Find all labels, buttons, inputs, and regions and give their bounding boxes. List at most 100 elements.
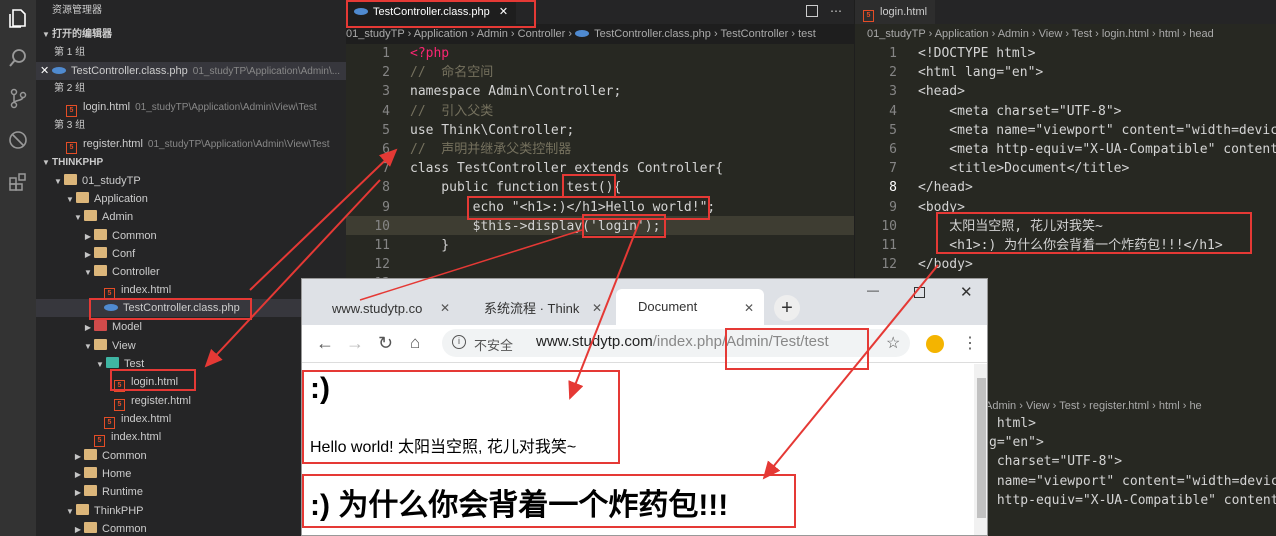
code-area[interactable]: <!DOCTYPE html> <html lang="en"> <head> <m… bbox=[918, 44, 1276, 274]
close-icon[interactable]: ✕ bbox=[40, 62, 52, 80]
home-icon[interactable]: ⌂ bbox=[410, 333, 420, 353]
address-bar[interactable]: i 不安全 www.studytp.com/index.php/Admin/Te… bbox=[442, 329, 910, 357]
editor1-breadcrumb: 01_studyTP › Application › Admin › Contr… bbox=[346, 24, 854, 44]
reload-icon[interactable]: ↻ bbox=[378, 333, 393, 354]
close-icon[interactable]: ✕ bbox=[499, 6, 508, 18]
debug-icon[interactable] bbox=[6, 128, 30, 152]
folder-icon bbox=[84, 467, 97, 478]
explorer-icon[interactable] bbox=[6, 6, 30, 30]
breadcrumb-item[interactable]: View bbox=[1039, 28, 1063, 40]
close-window-icon[interactable]: ✕ bbox=[960, 283, 973, 301]
source-control-icon[interactable] bbox=[6, 86, 30, 110]
back-icon[interactable]: ← bbox=[316, 333, 334, 354]
open-editors-header[interactable]: ▼ 打开的编辑器 bbox=[36, 26, 346, 44]
open-editor-item-login[interactable]: 5 login.html 01_studyTP\Application\Admin\… bbox=[36, 98, 346, 117]
tree-item-testcontroller[interactable]: TestController.class.php bbox=[36, 299, 346, 317]
tree-item-register[interactable]: 5 register.html bbox=[36, 392, 346, 411]
breadcrumb-item[interactable]: Admin bbox=[477, 28, 508, 40]
tree-item-view[interactable]: ▼ View bbox=[36, 337, 346, 355]
code-line: class TestController extends Controller{ bbox=[410, 161, 724, 177]
code-line: <!DOCTYPE html> bbox=[918, 46, 1036, 61]
breadcrumb-item[interactable]: login.html bbox=[1102, 28, 1149, 40]
code-line: $this->display('login'); bbox=[410, 218, 661, 234]
extensions-icon[interactable] bbox=[6, 170, 30, 194]
breadcrumb-item[interactable]: Test bbox=[1072, 28, 1092, 40]
breadcrumb-item[interactable]: 01_studyTP bbox=[867, 28, 926, 40]
breadcrumb-item[interactable]: TestController.class.php bbox=[594, 28, 711, 40]
code-line: charset="UTF-8"> bbox=[989, 454, 1123, 470]
breadcrumb-item[interactable]: Application bbox=[414, 28, 468, 40]
profile-avatar[interactable] bbox=[926, 335, 944, 353]
breadcrumb-item[interactable]: head bbox=[1189, 28, 1213, 40]
project-header[interactable]: ▼ THINKPHP bbox=[36, 154, 346, 172]
breadcrumb-item[interactable]: View bbox=[1026, 400, 1050, 412]
editor2-tabbar: 5 login.html bbox=[855, 0, 1276, 24]
info-icon[interactable]: i bbox=[452, 335, 466, 349]
close-icon[interactable]: ✕ bbox=[592, 301, 602, 315]
breadcrumb-item[interactable]: html bbox=[1159, 400, 1180, 412]
open-editor-item-register[interactable]: 5 register.html 01_studyTP\Application\Adm… bbox=[36, 135, 346, 154]
breadcrumb-item[interactable]: Controller bbox=[518, 28, 566, 40]
group2-label: 第 2 组 bbox=[54, 83, 86, 94]
tree-item-login[interactable]: 5 login.html bbox=[36, 373, 346, 392]
folder-icon bbox=[64, 174, 77, 185]
breadcrumb-item[interactable]: Admin bbox=[985, 400, 1016, 412]
forward-icon[interactable]: → bbox=[346, 333, 364, 354]
tree-item-common-app[interactable]: ▶ Common bbox=[36, 447, 346, 465]
tree-item-application[interactable]: ▼ Application bbox=[36, 190, 346, 208]
browser-tab-document[interactable]: Document bbox=[616, 289, 764, 325]
tab-testcontroller[interactable]: TestController.class.php ✕ bbox=[346, 0, 517, 24]
tree-item-admin[interactable]: ▼ Admin bbox=[36, 208, 346, 226]
chevron-down-icon: ▼ bbox=[42, 158, 50, 167]
tree-item-runtime[interactable]: ▶ Runtime bbox=[36, 483, 346, 501]
activity-bar bbox=[0, 0, 36, 536]
group1-label: 第 1 组 bbox=[54, 47, 86, 58]
breadcrumb-item[interactable]: TestController bbox=[720, 28, 788, 40]
breadcrumb-item[interactable]: 01_studyTP bbox=[346, 28, 405, 40]
breadcrumb-item[interactable]: register.html bbox=[1089, 400, 1149, 412]
open-editor-item-testcontroller[interactable]: ✕ TestController.class.php 01_studyTP\Appl… bbox=[36, 62, 346, 80]
more-actions-icon[interactable]: ⋯ bbox=[830, 0, 842, 22]
tree-item-index-html-controller[interactable]: 5 index.html bbox=[36, 281, 346, 300]
tree-item-01-studytp[interactable]: ▼ 01_studyTP bbox=[36, 172, 346, 190]
tree-item-thinkphp[interactable]: ▼ ThinkPHP bbox=[36, 502, 346, 520]
close-icon[interactable]: ✕ bbox=[744, 301, 754, 315]
editor3-breadcrumb: Admin › View › Test › register.html › ht… bbox=[985, 400, 1202, 412]
code-area[interactable]: html> g="en"> charset="UTF-8"> name="view… bbox=[989, 414, 1276, 510]
tree-item-index-html-admin[interactable]: 5 index.html bbox=[36, 428, 346, 447]
chevron-down-icon: ▼ bbox=[42, 30, 50, 39]
page-h1-main: :) 为什么你会背着一个炸药包!!! bbox=[310, 489, 729, 522]
tree-item-index-html-view[interactable]: 5 index.html bbox=[36, 410, 346, 429]
browser-tab-studytp[interactable]: www.studytp.co bbox=[310, 293, 458, 325]
maximize-icon[interactable] bbox=[914, 287, 925, 298]
tree-item-model[interactable]: ▶ Model bbox=[36, 318, 346, 336]
breadcrumb-item[interactable]: he bbox=[1189, 400, 1201, 412]
split-editor-icon[interactable] bbox=[806, 5, 818, 17]
html-file-icon: 5 bbox=[94, 435, 105, 447]
breadcrumb-item[interactable]: Test bbox=[1059, 400, 1079, 412]
tab-login[interactable]: 5 login.html bbox=[855, 0, 936, 24]
breadcrumb-item[interactable]: Application bbox=[935, 28, 989, 40]
tree-item-home[interactable]: ▶ Home bbox=[36, 465, 346, 483]
menu-icon[interactable]: ⋮ bbox=[962, 333, 978, 353]
breadcrumb-item[interactable]: Admin bbox=[998, 28, 1029, 40]
scrollbar[interactable] bbox=[974, 364, 987, 535]
minimize-icon[interactable]: — bbox=[867, 283, 879, 297]
breadcrumb-item[interactable]: test bbox=[798, 28, 816, 40]
tree-item-common[interactable]: ▶ Common bbox=[36, 227, 346, 245]
tree-item-conf[interactable]: ▶ Conf bbox=[36, 245, 346, 263]
tree-item-common-thinkphp[interactable]: ▶ Common bbox=[36, 520, 346, 536]
code-line: <meta charset="UTF-8"> bbox=[918, 103, 1122, 119]
breadcrumb-item[interactable]: html bbox=[1159, 28, 1180, 40]
new-tab-button[interactable]: + bbox=[774, 295, 800, 321]
tree-item-controller[interactable]: ▼ Controller bbox=[36, 263, 346, 281]
code-area[interactable]: <?php // 命名空间 namespace Admin\Controller; /… bbox=[410, 44, 723, 255]
code-line: // 命名空间 bbox=[410, 65, 494, 81]
code-line: <head> bbox=[918, 84, 965, 100]
search-icon[interactable] bbox=[6, 46, 30, 70]
tree-item-test[interactable]: ▼ Test bbox=[36, 355, 346, 373]
bookmark-star-icon[interactable]: ☆ bbox=[886, 333, 900, 353]
browser-tab-thinkphp[interactable]: 系统流程 · Think bbox=[462, 293, 612, 325]
close-icon[interactable]: ✕ bbox=[440, 301, 450, 315]
php-file-icon bbox=[52, 67, 66, 74]
